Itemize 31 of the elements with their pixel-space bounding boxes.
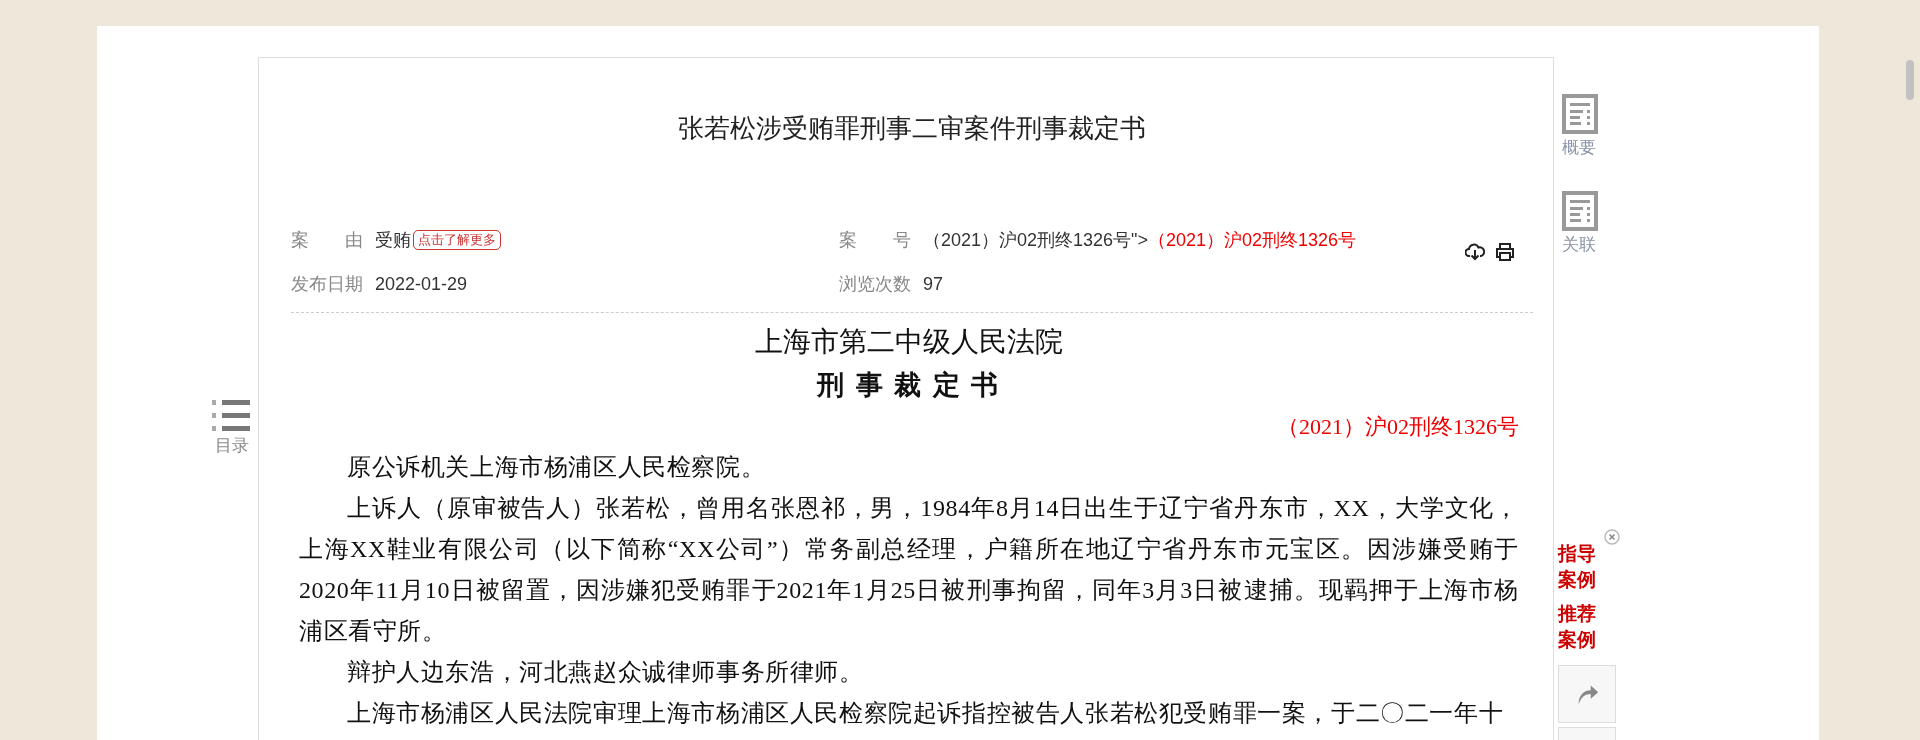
- paragraph: 上海市杨浦区人民法院审理上海市杨浦区人民检察院起诉指控被告人张若松犯受贿罪一案，于二〇二一年十: [346, 699, 1505, 728]
- side-tool-label[interactable]: 概要: [1562, 136, 1596, 159]
- print-icon[interactable]: [1495, 242, 1515, 262]
- numbered-list-icon[interactable]: [212, 398, 252, 434]
- paragraph: 原公诉机关上海市杨浦区人民检察院。: [346, 453, 767, 482]
- cloud-download-icon[interactable]: [1465, 242, 1485, 262]
- field-value: （2021）沪02刑终1326号">: [923, 229, 1148, 252]
- field-label: 浏览次数: [839, 273, 911, 296]
- case-link[interactable]: 指导案例: [1558, 541, 1600, 593]
- paragraph: 上诉人（原审被告人）张若松，曾用名张恩祁，男，1984年8月14日出生于辽宁省丹东市，XX，大学文化，上海XX鞋业有限公司（以下简称“XX公司”）常务副总经理，户籍所在地辽宁省丹东市元宝区。因涉嫌受贿于2020年11月10日被留置，因涉嫌犯受贿罪于2021年1月25日被刑事拘留，同年3月3日被逮捕。现羁押于上海市杨浦区看守所。: [299, 494, 1519, 646]
- field-value: 2022-01-29: [375, 273, 468, 295]
- case-number: （2021）沪02刑终1326号: [1148, 229, 1357, 252]
- document-icon[interactable]: [1562, 94, 1598, 134]
- field-label: 案 由: [291, 229, 363, 252]
- court-name: 上海市第二中级人民法院: [754, 325, 1064, 359]
- document-type: 刑 事 裁 定 书: [815, 369, 1002, 402]
- field-value: 97: [923, 273, 944, 295]
- document-number: （2021）沪02刑终1326号: [1276, 413, 1519, 441]
- scrollbar-thumb[interactable]: [1906, 60, 1914, 100]
- field-label: 发布日期: [291, 273, 363, 296]
- side-tool-label[interactable]: 关联: [1562, 233, 1596, 256]
- case-link[interactable]: 推荐案例: [1558, 601, 1600, 653]
- field-label: 案 号: [839, 229, 911, 252]
- share-button[interactable]: [1558, 665, 1616, 723]
- close-icon[interactable]: [1604, 529, 1620, 545]
- paragraph: 辩护人边东浩，河北燕赵众诚律师事务所律师。: [346, 658, 865, 687]
- field-value: 受贿: [375, 229, 411, 252]
- document-icon[interactable]: [1562, 191, 1598, 231]
- learn-more-link[interactable]: 点击了解更多: [413, 230, 501, 250]
- document-title: 张若松涉受贿罪刑事二审案件刑事裁定书: [677, 112, 1147, 145]
- toc-label[interactable]: 目录: [215, 434, 249, 457]
